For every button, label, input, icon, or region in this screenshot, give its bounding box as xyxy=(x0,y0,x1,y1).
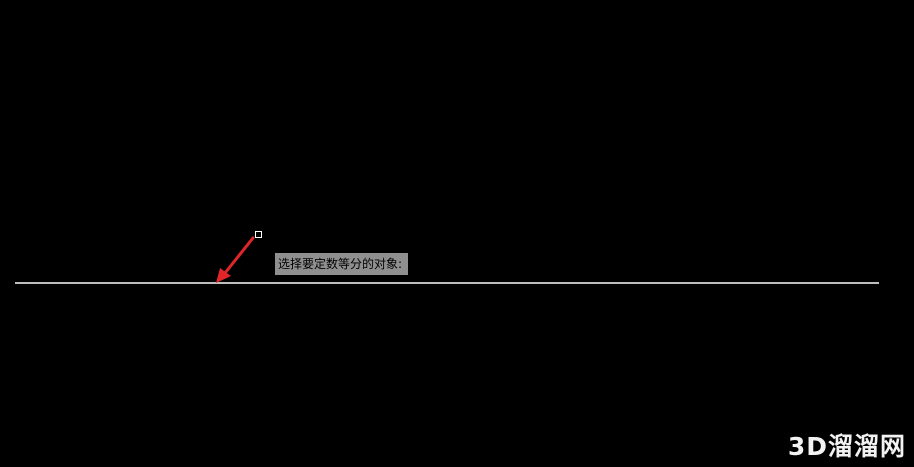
annotation-arrow-icon xyxy=(216,236,255,283)
pickbox-cursor-icon xyxy=(255,231,262,238)
watermark-logo: 3D溜溜网 xyxy=(787,432,906,461)
prompt-text: 选择要定数等分的对象: xyxy=(278,257,403,271)
line-object[interactable] xyxy=(15,282,879,284)
command-prompt-tooltip: 选择要定数等分的对象: xyxy=(275,253,409,275)
drawing-canvas[interactable]: 选择要定数等分的对象: 3D溜溜网 xyxy=(0,0,914,467)
